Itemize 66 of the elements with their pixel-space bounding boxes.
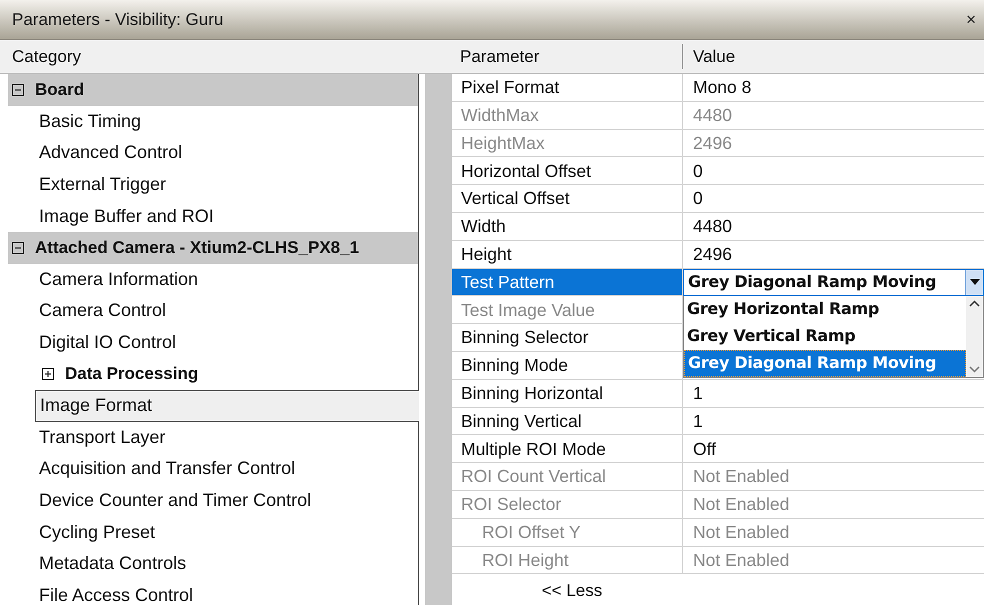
tree-item[interactable]: Camera Control [39, 297, 166, 324]
parameter-value: 1 [693, 382, 703, 406]
tree-item[interactable]: Metadata Controls [39, 550, 186, 578]
tree-item[interactable]: Transport Layer [39, 424, 166, 451]
tree-group[interactable]: Board [35, 77, 84, 103]
tree-group[interactable]: Data Processing [65, 361, 198, 387]
parameter-value: Mono 8 [693, 76, 752, 100]
parameter-name: Height [461, 243, 512, 266]
parameter-name: Width [461, 215, 506, 238]
parameter-value: 2496 [693, 243, 732, 266]
scroll-down-icon[interactable] [969, 366, 980, 373]
tree-item[interactable]: Device Counter and Timer Control [39, 487, 312, 514]
column-header: Value [692, 46, 736, 68]
dropdown-option[interactable]: Grey Vertical Ramp [684, 322, 966, 350]
parameter-name: Binning Mode [461, 354, 568, 378]
parameter-value: 1 [693, 410, 703, 433]
dropdown-option[interactable]: Grey Diagonal Ramp Moving [684, 350, 966, 377]
parameter-name: Horizontal Offset [461, 160, 592, 183]
parameter-name: HeightMax [461, 132, 545, 155]
parameter-name: Pixel Format [461, 76, 560, 100]
parameter-name: Test Image Value [461, 298, 595, 322]
parameter-name: ROI Selector [461, 493, 562, 516]
tree-item[interactable]: Image Buffer and ROI [39, 202, 214, 230]
parameter-name: Vertical Offset [461, 187, 570, 210]
parameter-value: Not Enabled [693, 465, 790, 488]
selected-row-highlight[interactable]: Test Pattern [452, 268, 683, 296]
parameter-name: ROI Offset Y [482, 521, 581, 544]
column-header: Category [11, 46, 82, 68]
collapse-icon[interactable] [12, 242, 24, 254]
parameter-value: Off [693, 438, 716, 461]
tree-item[interactable]: Digital IO Control [39, 329, 176, 356]
tree-group[interactable]: Attached Camera - Xtium2-CLHS_PX8_1 [35, 235, 360, 261]
parameter-name: Binning Horizontal [461, 382, 604, 406]
tree-item[interactable]: Advanced Control [39, 139, 182, 166]
parameter-name: Binning Vertical [461, 410, 582, 433]
parameter-name: Multiple ROI Mode [461, 438, 606, 461]
scroll-up-icon[interactable] [969, 300, 980, 307]
window-title: Parameters - Visibility: Guru [12, 8, 224, 31]
parameter-name: ROI Height [482, 548, 569, 572]
column-header: Parameter [452, 44, 683, 70]
dropdown-option[interactable]: Grey Horizontal Ramp [684, 296, 966, 323]
parameter-value: Not Enabled [693, 493, 790, 516]
tree-item[interactable]: Acquisition and Transfer Control [39, 455, 296, 482]
parameter-name: Test Pattern [461, 270, 554, 294]
parameter-name: ROI Count Vertical [461, 465, 606, 488]
scrollbar[interactable] [966, 296, 983, 377]
close-button[interactable]: × [966, 11, 976, 28]
tree-item[interactable]: Cycling Preset [39, 518, 156, 546]
parameter-value: Not Enabled [693, 521, 790, 544]
less-link[interactable]: << Less [542, 578, 602, 604]
dropdown-caret-icon[interactable] [965, 270, 983, 295]
parameter-value: 4480 [693, 104, 732, 128]
expand-icon[interactable] [42, 368, 54, 380]
dropdown-field[interactable]: Grey Diagonal Ramp Moving [683, 268, 984, 296]
collapse-icon[interactable] [12, 84, 24, 96]
parameter-value: 0 [693, 160, 703, 183]
tree-item[interactable]: File Access Control [39, 582, 194, 605]
parameter-name: Binning Selector [461, 326, 588, 350]
parameter-value: 0 [693, 187, 703, 210]
parameter-value: Not Enabled [693, 548, 790, 572]
tree-item[interactable]: Basic Timing [39, 108, 142, 135]
tree-item[interactable]: External Trigger [39, 171, 166, 198]
parameter-name: WidthMax [461, 104, 539, 128]
tree-item[interactable]: Camera Information [39, 266, 198, 293]
parameter-value: 4480 [693, 215, 732, 238]
parameter-value: 2496 [693, 132, 732, 155]
